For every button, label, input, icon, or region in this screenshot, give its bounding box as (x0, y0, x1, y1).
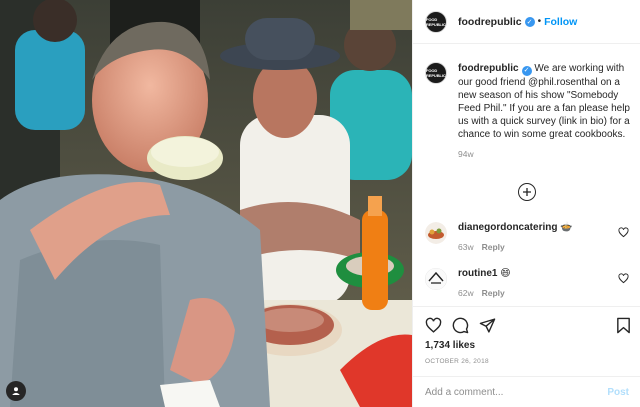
comment-username[interactable]: routine1 (458, 268, 497, 279)
post-photo[interactable] (0, 0, 412, 407)
comment-input[interactable]: Add a comment... (425, 387, 607, 398)
plus-circle-icon[interactable] (518, 183, 536, 201)
caption-username[interactable]: foodrepublic (458, 63, 519, 74)
comment-emoji: 🍲 (560, 222, 573, 233)
avatar-logo-text: FOOD REPUBLIC (426, 16, 446, 27)
comment-meta: 62w Reply (458, 288, 633, 298)
caption-avatar[interactable]: FOOD REPUBLIC (425, 62, 447, 84)
commenter-avatar[interactable] (425, 268, 447, 290)
post-actions: 1,734 likes OCTOBER 26, 2018 (413, 306, 640, 386)
post-date[interactable]: OCTOBER 26, 2018 (425, 358, 489, 365)
comment-item: dianegordoncatering 🍲 63w Reply (425, 222, 633, 252)
post-caption: FOOD REPUBLIC foodrepublic ✓ We are worki… (425, 62, 633, 159)
heart-icon[interactable] (618, 227, 629, 238)
likes-count[interactable]: 1,734 likes (425, 340, 475, 351)
caption-text: foodrepublic ✓ We are working with our go… (458, 62, 633, 141)
comment-time[interactable]: 62w (458, 288, 474, 298)
verified-icon: ✓ (524, 16, 535, 27)
comment-emoji: 😄 (500, 268, 511, 279)
comment-meta: 63w Reply (458, 242, 633, 252)
author-avatar[interactable]: FOOD REPUBLIC (425, 10, 447, 33)
user-tag-icon[interactable] (6, 381, 26, 401)
share-icon[interactable] (479, 317, 496, 334)
comment-body: routine1 😄 62w Reply (458, 268, 633, 298)
comment-body: dianegordoncatering 🍲 63w Reply (458, 222, 633, 252)
bookmark-icon[interactable] (616, 317, 631, 334)
post-comment-button[interactable]: Post (607, 387, 629, 398)
comment-item: routine1 😄 62w Reply (425, 268, 633, 298)
heart-icon[interactable] (618, 273, 629, 284)
follow-button[interactable]: Follow (544, 16, 577, 28)
post-header: FOOD REPUBLIC foodrepublic ✓ • Follow (413, 0, 640, 44)
comment-time[interactable]: 63w (458, 242, 474, 252)
reply-button[interactable]: Reply (482, 288, 505, 298)
reply-button[interactable]: Reply (482, 242, 505, 252)
instagram-post-modal: FOOD REPUBLIC foodrepublic ✓ • Follow FO… (0, 0, 640, 407)
caption-body: foodrepublic ✓ We are working with our go… (458, 62, 633, 159)
post-side-panel: FOOD REPUBLIC foodrepublic ✓ • Follow FO… (412, 0, 640, 407)
comment-icon[interactable] (452, 317, 469, 334)
action-icons (425, 317, 496, 334)
photo-image (0, 0, 412, 407)
avatar-logo-text: FOOD REPUBLIC (426, 68, 446, 78)
caption-timestamp[interactable]: 94w (458, 149, 633, 159)
commenter-avatar[interactable] (425, 222, 447, 244)
add-comment-bar: Add a comment... Post (413, 376, 640, 407)
heart-icon[interactable] (425, 317, 442, 334)
header-separator: • (537, 16, 542, 27)
author-username[interactable]: foodrepublic (458, 16, 522, 28)
caption-content: We are working with our good friend @phi… (458, 63, 630, 140)
comment-username[interactable]: dianegordoncatering (458, 222, 557, 233)
verified-icon: ✓ (521, 65, 532, 76)
